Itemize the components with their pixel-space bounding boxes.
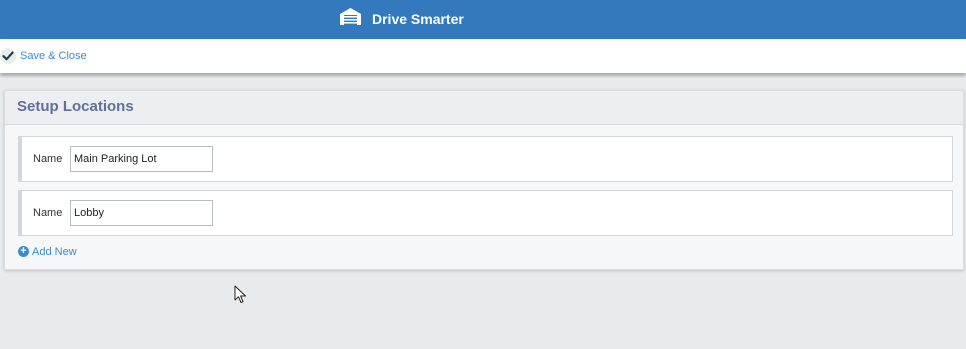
- toolbar: Save & Close: [0, 39, 966, 73]
- check-icon: [0, 48, 16, 64]
- add-new-button[interactable]: + Add New: [18, 245, 77, 258]
- save-close-label: Save & Close: [20, 50, 87, 62]
- garage-icon: [339, 7, 362, 31]
- location-name-input[interactable]: [70, 200, 213, 226]
- top-app-bar: Drive Smarter: [0, 0, 966, 39]
- setup-locations-panel: Setup Locations Name Name + Add New: [4, 90, 964, 270]
- location-name-label: Name: [33, 153, 63, 165]
- location-name-label: Name: [33, 207, 63, 219]
- brand: Drive Smarter: [339, 8, 464, 30]
- location-name-input[interactable]: [70, 146, 213, 172]
- app-title: Drive Smarter: [372, 11, 464, 27]
- location-row: Name: [18, 136, 953, 182]
- plus-circle-icon: +: [18, 246, 29, 257]
- add-new-label: Add New: [32, 245, 77, 258]
- mouse-cursor-icon: [234, 285, 248, 305]
- location-row: Name: [18, 190, 953, 236]
- panel-title: Setup Locations: [17, 98, 134, 115]
- panel-header: Setup Locations: [5, 91, 963, 125]
- save-close-button[interactable]: Save & Close: [0, 48, 87, 64]
